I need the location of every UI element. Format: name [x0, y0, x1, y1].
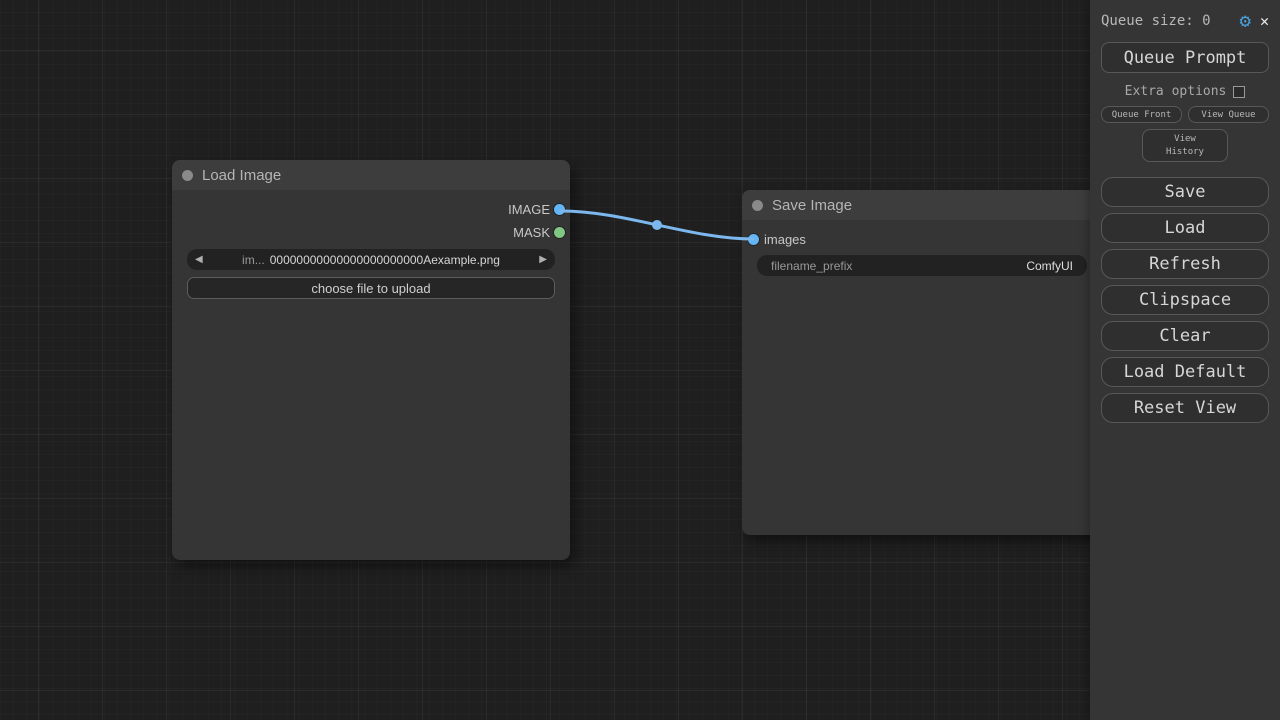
choose-file-button[interactable]: choose file to upload: [187, 277, 555, 299]
input-slot-images: images: [742, 228, 1102, 251]
collapse-dot-icon[interactable]: [182, 170, 193, 181]
node-load-image[interactable]: Load Image IMAGE MASK ◀ im... 0000000000…: [172, 160, 570, 560]
input-dot-images[interactable]: [748, 234, 759, 245]
extra-options-checkbox[interactable]: [1233, 86, 1245, 98]
node-title: Save Image: [772, 197, 852, 214]
node-title: Load Image: [202, 167, 281, 184]
extra-options-label: Extra options: [1125, 84, 1227, 99]
combo-prev-icon[interactable]: ◀: [195, 254, 203, 265]
output-dot-image[interactable]: [554, 204, 565, 215]
output-slot-label: MASK: [513, 225, 550, 240]
filename-prefix-widget[interactable]: filename_prefix ComfyUI: [757, 255, 1087, 276]
combo-next-icon[interactable]: ▶: [539, 254, 547, 265]
queue-front-button[interactable]: Queue Front: [1101, 106, 1182, 123]
output-slot-mask: MASK: [172, 221, 570, 244]
settings-gear-icon[interactable]: ⚙: [1240, 12, 1251, 31]
comfy-menu-panel: Queue size: 0 ⚙ ✕ Queue Prompt Extra opt…: [1090, 0, 1280, 720]
refresh-button[interactable]: Refresh: [1101, 249, 1269, 279]
output-dot-mask[interactable]: [554, 227, 565, 238]
view-queue-button[interactable]: View Queue: [1188, 106, 1269, 123]
node-save-image[interactable]: Save Image images filename_prefix ComfyU…: [742, 190, 1102, 535]
input-slot-label: images: [764, 232, 806, 247]
combo-widget-value: 00000000000000000000000Aexample.png: [270, 253, 500, 267]
image-combo-widget[interactable]: ◀ im... 00000000000000000000000Aexample.…: [187, 249, 555, 270]
load-button[interactable]: Load: [1101, 213, 1269, 243]
node-load-image-titlebar[interactable]: Load Image: [172, 160, 570, 190]
app-window: Load Image IMAGE MASK ◀ im... 0000000000…: [0, 0, 1280, 720]
load-default-button[interactable]: Load Default: [1101, 357, 1269, 387]
save-button[interactable]: Save: [1101, 177, 1269, 207]
close-icon[interactable]: ✕: [1260, 14, 1269, 29]
output-slot-label: IMAGE: [508, 202, 550, 217]
queue-size-label: Queue size: 0: [1101, 13, 1240, 29]
reset-view-button[interactable]: Reset View: [1101, 393, 1269, 423]
combo-widget-name: im...: [242, 253, 265, 267]
collapse-dot-icon[interactable]: [752, 200, 763, 211]
queue-prompt-button[interactable]: Queue Prompt: [1101, 42, 1269, 73]
widget-value: ComfyUI: [1026, 259, 1073, 273]
output-slot-image: IMAGE: [172, 198, 570, 221]
clipspace-button[interactable]: Clipspace: [1101, 285, 1269, 315]
view-history-button[interactable]: View History: [1142, 129, 1228, 162]
widget-name: filename_prefix: [771, 259, 852, 273]
node-save-image-titlebar[interactable]: Save Image: [742, 190, 1102, 220]
clear-button[interactable]: Clear: [1101, 321, 1269, 351]
